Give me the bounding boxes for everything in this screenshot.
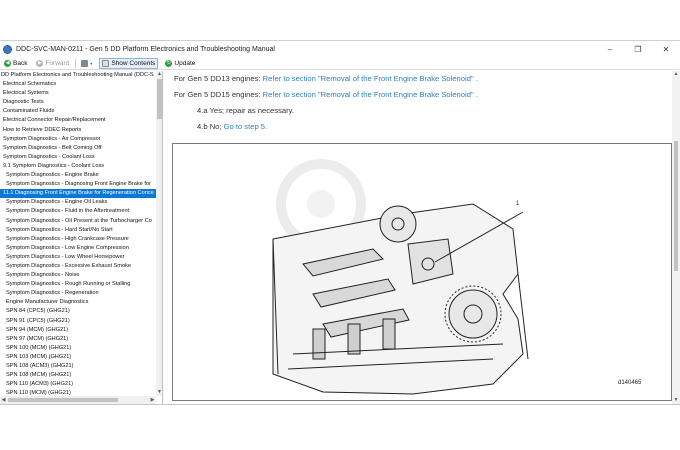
window-title: DDC-SVC-MAN-0211 - Gen 5 DD Platform Ele…	[16, 45, 275, 53]
step-4b: 4.b No; Go to step 5.	[197, 122, 267, 131]
tree-item[interactable]: Electrical Systems	[0, 89, 156, 98]
tree-item[interactable]: Symptom Diagnostics - Noise	[0, 271, 156, 280]
step-4a-number: 4.a	[197, 106, 208, 115]
app-window: DDC-SVC-MAN-0211 - Gen 5 DD Platform Ele…	[0, 40, 680, 405]
tree-item[interactable]: SPN 84 (CPC5) (GHG21)	[0, 307, 156, 316]
go-to-step-5-link[interactable]: Go to step 5.	[224, 122, 267, 131]
tree-item[interactable]: SPN 108 (MCM) (GHG21)	[0, 371, 156, 380]
tree-item[interactable]: Symptom Diagnostics - Regeneration	[0, 289, 156, 298]
tree-item[interactable]: SPN 94 (MCM) (GHG21)	[0, 326, 156, 335]
title-bar: DDC-SVC-MAN-0211 - Gen 5 DD Platform Ele…	[0, 41, 680, 57]
scroll-thumb[interactable]	[157, 79, 162, 119]
step-4a: 4.a Yes; repair as necessary.	[197, 106, 294, 115]
minimize-button[interactable]: –	[596, 41, 624, 57]
contents-vertical-scrollbar[interactable]: ▲ ▼	[156, 71, 162, 396]
tree-item[interactable]: SPN 110 (ACM3) (GHG21)	[0, 380, 156, 389]
doc-scroll-thumb[interactable]	[674, 141, 678, 271]
step-4b-number: 4.b	[197, 122, 208, 131]
document-pane: For Gen 5 DD13 engines: Refer to section…	[164, 71, 680, 404]
forward-label: Forward	[45, 59, 70, 67]
scroll-up-icon[interactable]: ▲	[156, 71, 162, 78]
contents-icon	[102, 59, 110, 67]
tree-item[interactable]: Symptom Diagnostics - Low Engine Compres…	[0, 244, 156, 253]
tree-item[interactable]: 9.1 Symptom Diagnostics - Coolant Loss	[0, 162, 156, 171]
tree-item[interactable]: Engine Manufacturer Diagnostics	[0, 298, 156, 307]
document-vertical-scrollbar[interactable]: ▲ ▼	[672, 71, 680, 404]
back-label: Back	[13, 59, 28, 67]
tree-item[interactable]: Symptom Diagnostics - Engine Oil Leaks	[0, 198, 156, 207]
app-icon	[3, 44, 12, 54]
step-4b-text: No;	[209, 122, 224, 131]
dd13-prefix: For Gen 5 DD13 engines:	[174, 74, 263, 83]
tree-item[interactable]: Symptom Diagnostics - Engine Brake	[0, 171, 156, 180]
tree-item[interactable]: SPN 103 (MCM) (GHG21)	[0, 353, 156, 362]
print-icon	[81, 59, 89, 67]
doc-scroll-down-icon[interactable]: ▼	[672, 397, 680, 404]
tree-item[interactable]: Electrical Connector Repair/Replacement	[0, 116, 156, 125]
forward-arrow-icon: ▶	[36, 59, 44, 67]
tree-item[interactable]: Symptom Diagnostics - Rough Running or S…	[0, 280, 156, 289]
tree-item-selected[interactable]: 11.1 Diagnosing Front Engine Brake for R…	[0, 189, 156, 199]
forward-button[interactable]: ▶ Forward	[34, 58, 71, 69]
update-label: Update	[174, 59, 196, 67]
tree-item[interactable]: Symptom Diagnostics - Low Wheel Horsepow…	[0, 253, 156, 262]
toolbar-separator	[75, 58, 77, 68]
callout-number: 1	[516, 201, 520, 207]
tree-item[interactable]: Diagnostic Tests	[0, 98, 156, 107]
doc-scroll-up-icon[interactable]: ▲	[672, 71, 680, 78]
tree-item[interactable]: Symptom Diagnostics - Hard Start/No Star…	[0, 226, 156, 235]
show-contents-button[interactable]: Show Contents	[99, 57, 159, 69]
hscroll-thumb[interactable]	[8, 398, 118, 402]
tree-item[interactable]: SPN 110 (MCM) (GHG21)	[0, 389, 156, 396]
engine-illustration	[272, 159, 529, 395]
tree-item[interactable]: Symptom Diagnostics - High Crankcase Pre…	[0, 235, 156, 244]
tree-item[interactable]: Symptom Diagnostics - Fluid in the After…	[0, 207, 156, 216]
update-button[interactable]: ↻ Update	[163, 58, 197, 69]
contents-tree: DD Platform Electronics and Troubleshoot…	[0, 71, 156, 396]
scroll-left-icon[interactable]: ◀	[0, 396, 7, 404]
dd15-prefix: For Gen 5 DD15 engines:	[174, 90, 263, 99]
print-button[interactable]: ▾	[79, 58, 94, 69]
scroll-right-icon[interactable]: ▶	[149, 396, 156, 404]
tree-item[interactable]: SPN 108 (ACM3) (GHG21)	[0, 362, 156, 371]
tree-item[interactable]: Symptom Diagnostics - Air Compressor	[0, 135, 156, 144]
window-controls: – ❐ ✕	[596, 41, 680, 57]
contents-horizontal-scrollbar[interactable]: ◀ ▶	[0, 396, 156, 404]
engine-brake-figure: 1 d140465	[172, 143, 672, 401]
tree-item[interactable]: Symptom Diagnostics - Belt Coming Off	[0, 144, 156, 153]
tree-item[interactable]: SPN 91 (CPC5) (GHG21)	[0, 317, 156, 326]
tree-item[interactable]: Symptom Diagnostics - Coolant Loss	[0, 153, 156, 162]
tree-item[interactable]: DD Platform Electronics and Troubleshoot…	[0, 71, 156, 80]
dd15-removal-link[interactable]: Refer to section "Removal of the Front E…	[263, 90, 478, 99]
gen5-dd15-line: For Gen 5 DD15 engines: Refer to section…	[174, 90, 478, 99]
back-arrow-icon: ◀	[4, 59, 11, 67]
contents-pane: DD Platform Electronics and Troubleshoot…	[0, 71, 163, 404]
tree-item[interactable]: Contaminated Fluids	[0, 107, 156, 116]
toolbar: ◀ Back ▶ Forward ▾ Show Contents ↻ Updat…	[0, 57, 680, 70]
tree-item[interactable]: SPN 97 (MCM) (GHG21)	[0, 335, 156, 344]
scroll-down-icon[interactable]: ▼	[156, 389, 162, 396]
step-4a-text: Yes; repair as necessary.	[209, 106, 294, 115]
show-contents-label: Show Contents	[111, 59, 156, 67]
tree-item[interactable]: Symptom Diagnostics - Oil Present at the…	[0, 217, 156, 226]
figure-id: d140465	[618, 380, 642, 386]
tree-item[interactable]: Symptom Diagnostics - Diagnosing Front E…	[0, 180, 156, 189]
update-icon: ↻	[165, 59, 173, 67]
gen5-dd13-line: For Gen 5 DD13 engines: Refer to section…	[174, 74, 478, 83]
tree-item[interactable]: How to Retrieve DDEC Reports	[0, 126, 156, 135]
maximize-button[interactable]: ❐	[624, 41, 652, 57]
tree-item[interactable]: Electrical Schematics	[0, 80, 156, 89]
tree-item[interactable]: SPN 100 (MCM) (GHG21)	[0, 344, 156, 353]
tree-item[interactable]: Symptom Diagnostics - Excessive Exhaust …	[0, 262, 156, 271]
back-button[interactable]: ◀ Back	[2, 58, 29, 69]
dd13-removal-link[interactable]: Refer to section "Removal of the Front E…	[263, 74, 478, 83]
close-button[interactable]: ✕	[652, 41, 680, 57]
dropdown-caret-icon: ▾	[90, 60, 93, 66]
